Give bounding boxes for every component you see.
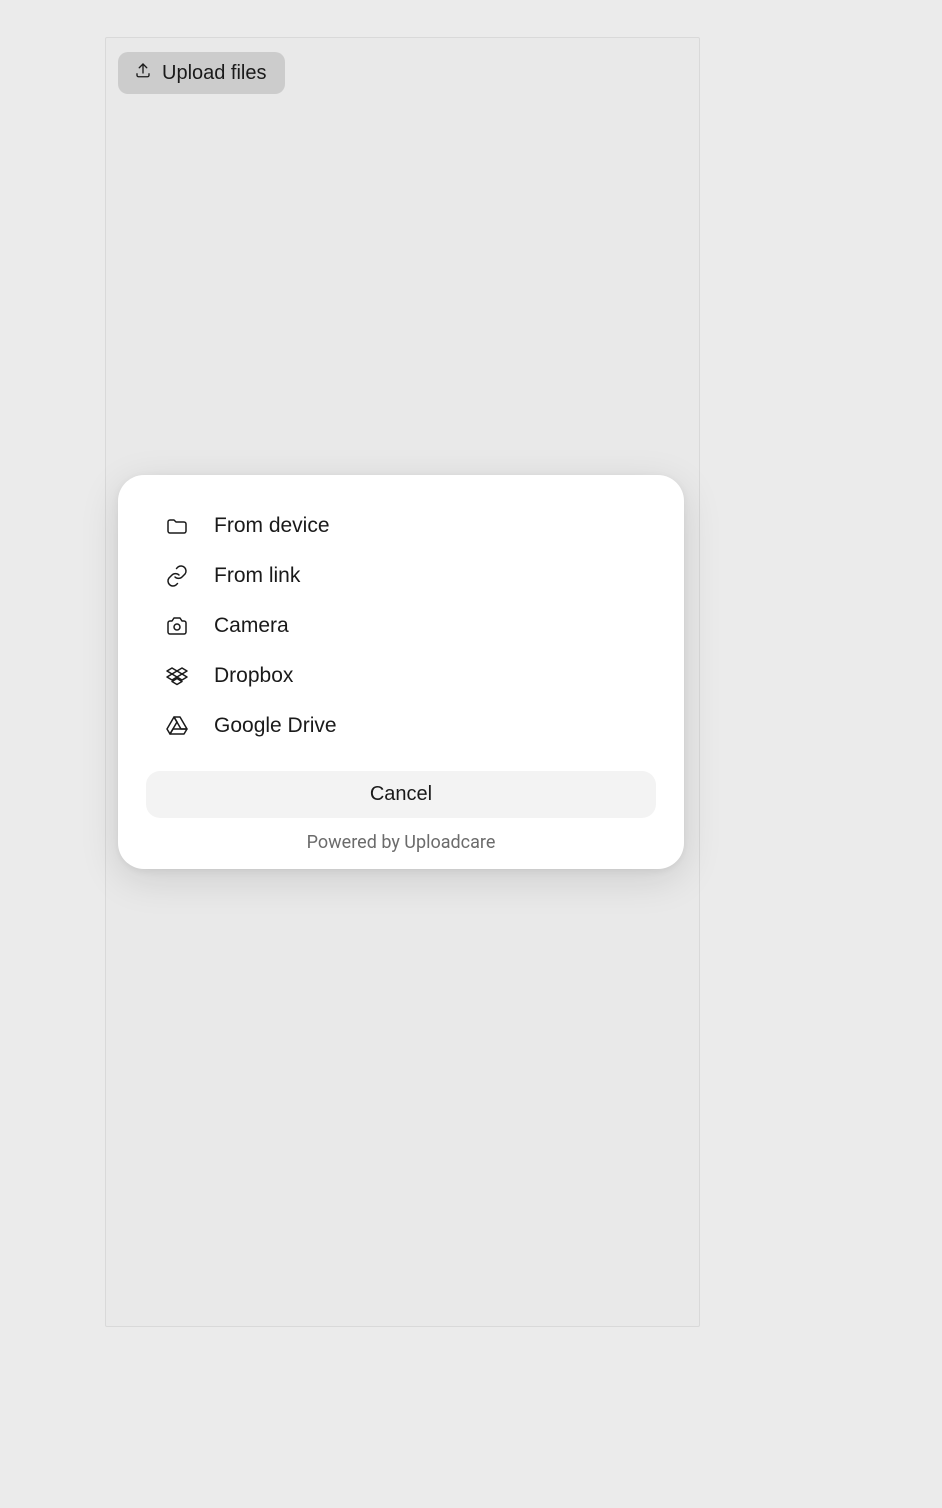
source-label: Camera bbox=[214, 614, 289, 638]
dropbox-icon bbox=[164, 663, 190, 689]
upload-source-modal: From device From link Camera bbox=[118, 475, 684, 869]
source-google-drive[interactable]: Google Drive bbox=[146, 701, 656, 751]
source-label: From device bbox=[214, 514, 330, 538]
upload-files-button[interactable]: Upload files bbox=[118, 52, 285, 94]
link-icon bbox=[164, 563, 190, 589]
source-camera[interactable]: Camera bbox=[146, 601, 656, 651]
camera-icon bbox=[164, 613, 190, 639]
powered-by-text: Powered by Uploadcare bbox=[146, 832, 656, 853]
source-from-link[interactable]: From link bbox=[146, 551, 656, 601]
source-from-device[interactable]: From device bbox=[146, 501, 656, 551]
folder-icon bbox=[164, 513, 190, 539]
source-label: Google Drive bbox=[214, 714, 337, 738]
cancel-label: Cancel bbox=[370, 783, 432, 805]
source-dropbox[interactable]: Dropbox bbox=[146, 651, 656, 701]
source-label: Dropbox bbox=[214, 664, 293, 688]
source-list: From device From link Camera bbox=[146, 501, 656, 751]
google-drive-icon bbox=[164, 713, 190, 739]
upload-icon bbox=[134, 61, 152, 85]
upload-files-label: Upload files bbox=[162, 62, 267, 85]
cancel-button[interactable]: Cancel bbox=[146, 771, 656, 818]
source-label: From link bbox=[214, 564, 300, 588]
